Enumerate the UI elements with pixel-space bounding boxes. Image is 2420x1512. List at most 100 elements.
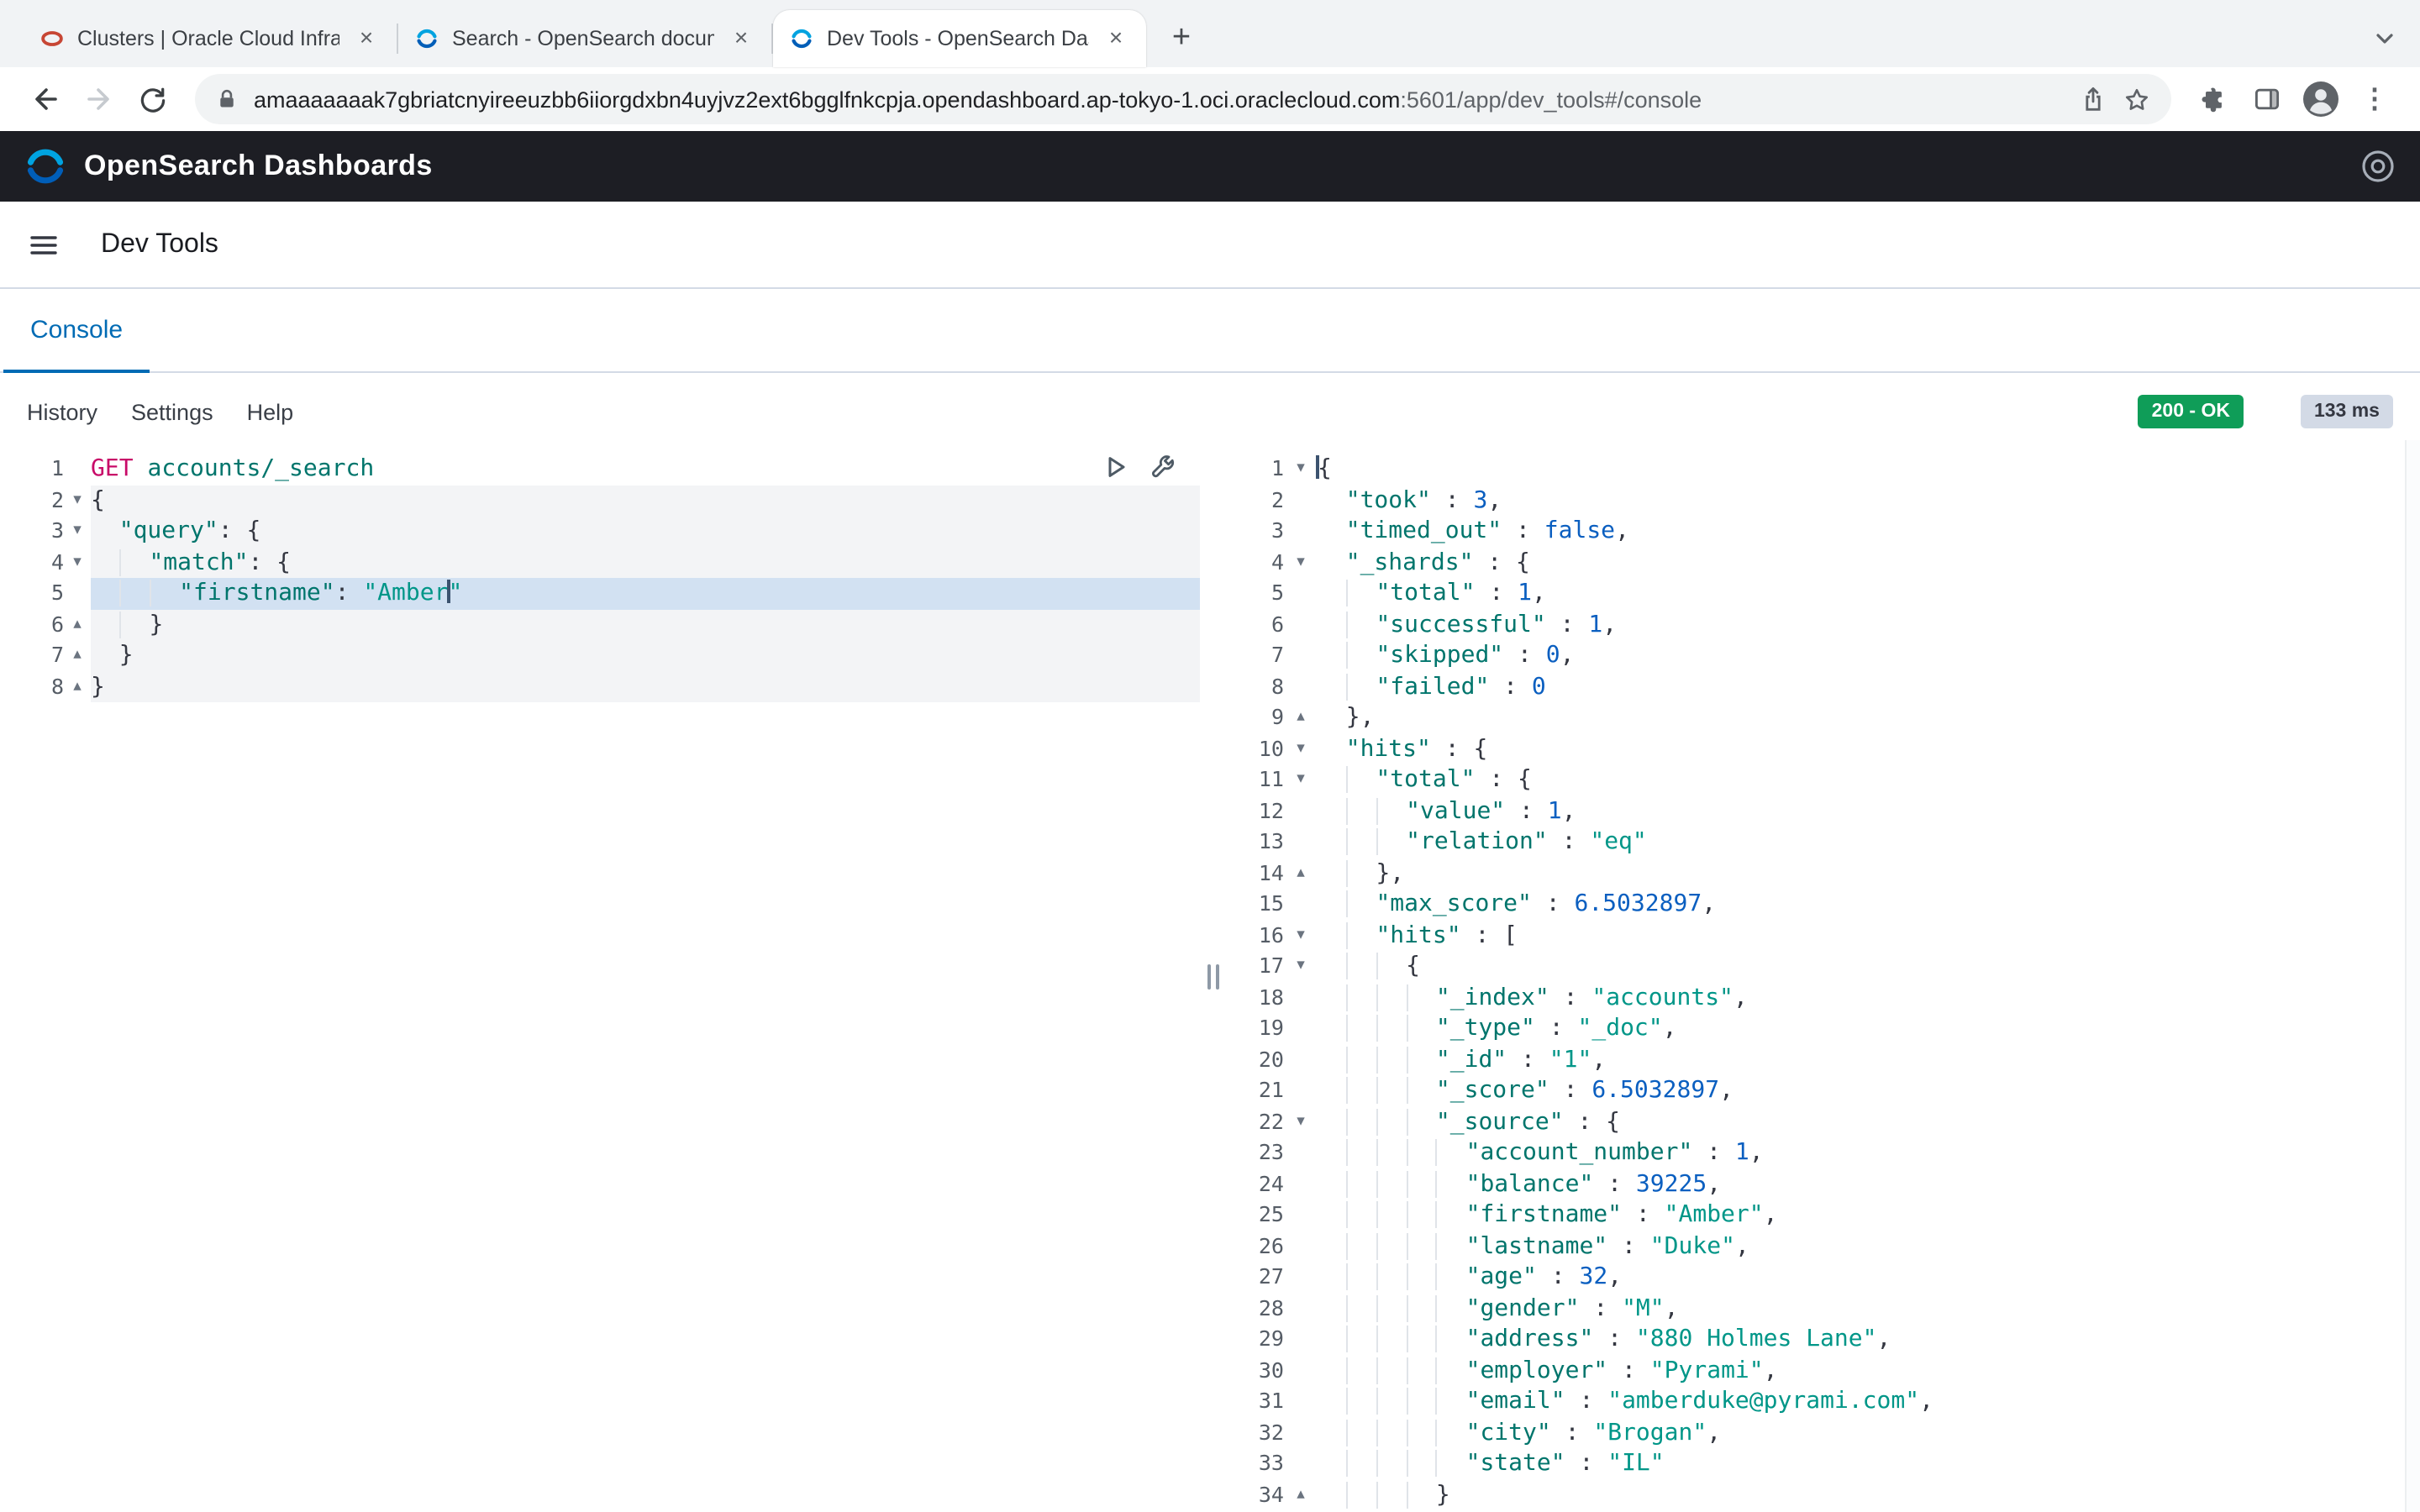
fold-toggle-icon[interactable]: ▴ bbox=[1284, 858, 1318, 889]
fold-toggle-icon[interactable]: ▾ bbox=[1284, 547, 1318, 578]
code-line-12[interactable]: 12 "value" : 1, bbox=[1227, 795, 2420, 827]
forward-button[interactable] bbox=[74, 74, 124, 124]
fold-spacer bbox=[1284, 1200, 1318, 1231]
fold-toggle-icon[interactable]: ▴ bbox=[1284, 702, 1318, 733]
tab-search-chevron-icon[interactable] bbox=[2373, 27, 2396, 50]
code-line-16[interactable]: 16▾ "hits" : [ bbox=[1227, 920, 2420, 951]
code-line-31[interactable]: 31 "email" : "amberduke@pyrami.com", bbox=[1227, 1386, 2420, 1417]
fold-toggle-icon[interactable]: ▾ bbox=[1284, 454, 1318, 485]
request-code[interactable]: 1GET accounts/_search2▾{3▾ "query": {4▾ … bbox=[0, 440, 1200, 1512]
code-line-7[interactable]: 7▴ } bbox=[0, 640, 1200, 671]
code-line-20[interactable]: 20 "_id" : "1", bbox=[1227, 1044, 2420, 1075]
fold-toggle-icon[interactable]: ▾ bbox=[64, 547, 91, 578]
fold-toggle-icon[interactable]: ▾ bbox=[1284, 951, 1318, 982]
code-line-25[interactable]: 25 "firstname" : "Amber", bbox=[1227, 1200, 2420, 1231]
code-line-5[interactable]: 5 "total" : 1, bbox=[1227, 578, 2420, 609]
bookmark-star-icon[interactable] bbox=[2123, 85, 2151, 113]
code-line-8[interactable]: 8▴} bbox=[0, 671, 1200, 702]
code-line-27[interactable]: 27 "age" : 32, bbox=[1227, 1262, 2420, 1293]
code-line-13[interactable]: 13 "relation" : "eq" bbox=[1227, 827, 2420, 858]
browser-tab-opensearch-docs[interactable]: Search - OpenSearch documen × bbox=[398, 10, 771, 67]
share-icon[interactable] bbox=[2079, 85, 2107, 113]
menu-history[interactable]: History bbox=[27, 399, 97, 424]
code-line-17[interactable]: 17▾ { bbox=[1227, 951, 2420, 982]
code-line-7[interactable]: 7 "skipped" : 0, bbox=[1227, 640, 2420, 671]
browser-tab-dev-tools-active[interactable]: Dev Tools - OpenSearch Dash × bbox=[773, 10, 1146, 67]
code-line-34[interactable]: 34▴ } bbox=[1227, 1479, 2420, 1510]
hamburger-menu-icon[interactable] bbox=[27, 228, 60, 261]
response-code[interactable]: 1▾{2 "took" : 3,3 "timed_out" : false,4▾… bbox=[1227, 440, 2420, 1512]
code-line-5[interactable]: 5 "firstname": "Amber" bbox=[0, 578, 1200, 609]
code-line-22[interactable]: 22▾ "_source" : { bbox=[1227, 1106, 2420, 1137]
code-line-26[interactable]: 26 "lastname" : "Duke", bbox=[1227, 1231, 2420, 1262]
menu-help[interactable]: Help bbox=[247, 399, 294, 424]
fold-toggle-icon[interactable]: ▾ bbox=[1284, 920, 1318, 951]
code-line-8[interactable]: 8 "failed" : 0 bbox=[1227, 671, 2420, 702]
code-line-28[interactable]: 28 "gender" : "M", bbox=[1227, 1293, 2420, 1324]
menu-settings[interactable]: Settings bbox=[131, 399, 213, 424]
code-line-33[interactable]: 33 "state" : "IL" bbox=[1227, 1448, 2420, 1479]
header-menu-icon[interactable] bbox=[2360, 148, 2396, 185]
code-line-6[interactable]: 6▴ } bbox=[0, 609, 1200, 640]
back-button[interactable] bbox=[20, 74, 71, 124]
code-line-18[interactable]: 18 "_index" : "accounts", bbox=[1227, 982, 2420, 1013]
tab-console[interactable]: Console bbox=[3, 289, 150, 373]
code-text: "balance" : 39225, bbox=[1318, 1168, 2420, 1200]
code-line-2[interactable]: 2 "took" : 3, bbox=[1227, 485, 2420, 516]
fold-toggle-icon[interactable]: ▴ bbox=[64, 640, 91, 671]
code-line-29[interactable]: 29 "address" : "880 Holmes Lane", bbox=[1227, 1324, 2420, 1355]
code-line-9[interactable]: 9▴ }, bbox=[1227, 702, 2420, 733]
code-line-32[interactable]: 32 "city" : "Brogan", bbox=[1227, 1417, 2420, 1448]
tab-close-icon[interactable]: × bbox=[353, 25, 380, 52]
code-line-11[interactable]: 11▾ "total" : { bbox=[1227, 764, 2420, 795]
code-line-4[interactable]: 4▾ "_shards" : { bbox=[1227, 547, 2420, 578]
code-line-3[interactable]: 3▾ "query": { bbox=[0, 516, 1200, 547]
tab-close-icon[interactable]: × bbox=[1102, 25, 1129, 52]
address-bar[interactable]: amaaaaaaak7gbriatcnyireeuzbb6iiorgdxbn4u… bbox=[195, 74, 2171, 124]
extensions-puzzle-icon[interactable] bbox=[2188, 74, 2238, 124]
response-scrollbar[interactable] bbox=[2405, 440, 2420, 1512]
code-line-15[interactable]: 15 "max_score" : 6.5032897, bbox=[1227, 889, 2420, 920]
code-line-23[interactable]: 23 "account_number" : 1, bbox=[1227, 1137, 2420, 1168]
code-line-19[interactable]: 19 "_type" : "_doc", bbox=[1227, 1013, 2420, 1044]
fold-toggle-icon[interactable]: ▾ bbox=[64, 516, 91, 547]
fold-toggle-icon[interactable]: ▴ bbox=[1284, 1479, 1318, 1510]
fold-toggle-icon[interactable]: ▾ bbox=[1284, 733, 1318, 764]
fold-toggle-icon[interactable]: ▾ bbox=[1284, 1106, 1318, 1137]
code-line-6[interactable]: 6 "successful" : 1, bbox=[1227, 609, 2420, 640]
fold-spacer bbox=[1284, 1448, 1318, 1479]
profile-avatar[interactable] bbox=[2296, 74, 2346, 124]
browser-menu-kebab-icon[interactable]: ⋮ bbox=[2349, 74, 2400, 124]
code-text: } bbox=[91, 671, 1200, 702]
site-info-lock-icon[interactable] bbox=[215, 87, 239, 111]
response-viewer[interactable]: 1▾{2 "took" : 3,3 "timed_out" : false,4▾… bbox=[1227, 440, 2420, 1512]
code-line-2[interactable]: 2▾{ bbox=[0, 485, 1200, 516]
code-text: "query": { bbox=[91, 516, 1200, 547]
fold-toggle-icon[interactable]: ▾ bbox=[64, 485, 91, 516]
tab-close-icon[interactable]: × bbox=[728, 25, 755, 52]
code-line-1[interactable]: 1▾{ bbox=[1227, 454, 2420, 485]
code-line-30[interactable]: 30 "employer" : "Pyrami", bbox=[1227, 1355, 2420, 1386]
code-line-1[interactable]: 1GET accounts/_search bbox=[0, 454, 1200, 485]
fold-toggle-icon[interactable]: ▴ bbox=[64, 671, 91, 702]
code-line-10[interactable]: 10▾ "hits" : { bbox=[1227, 733, 2420, 764]
fold-toggle-icon[interactable]: ▾ bbox=[1284, 764, 1318, 795]
code-line-4[interactable]: 4▾ "match": { bbox=[0, 547, 1200, 578]
send-request-play-icon[interactable] bbox=[1102, 454, 1129, 480]
reload-button[interactable] bbox=[128, 74, 178, 124]
line-number: 32 bbox=[1227, 1417, 1284, 1448]
line-number: 34 bbox=[1227, 1479, 1284, 1510]
code-line-21[interactable]: 21 "_score" : 6.5032897, bbox=[1227, 1075, 2420, 1106]
browser-tab-oracle-clusters[interactable]: Clusters | Oracle Cloud Infrastr × bbox=[24, 10, 397, 67]
request-editor[interactable]: 1GET accounts/_search2▾{3▾ "query": {4▾ … bbox=[0, 440, 1200, 1512]
code-line-14[interactable]: 14▴ }, bbox=[1227, 858, 2420, 889]
pane-resizer[interactable] bbox=[1200, 440, 1227, 1512]
code-text: "total" : { bbox=[1318, 764, 2420, 795]
code-line-3[interactable]: 3 "timed_out" : false, bbox=[1227, 516, 2420, 547]
code-line-24[interactable]: 24 "balance" : 39225, bbox=[1227, 1168, 2420, 1200]
request-options-wrench-icon[interactable] bbox=[1150, 454, 1176, 480]
fold-toggle-icon[interactable]: ▴ bbox=[64, 609, 91, 640]
side-panel-icon[interactable] bbox=[2242, 74, 2292, 124]
resizer-grip-icon[interactable] bbox=[1207, 964, 1219, 990]
new-tab-button[interactable]: + bbox=[1160, 17, 1203, 60]
